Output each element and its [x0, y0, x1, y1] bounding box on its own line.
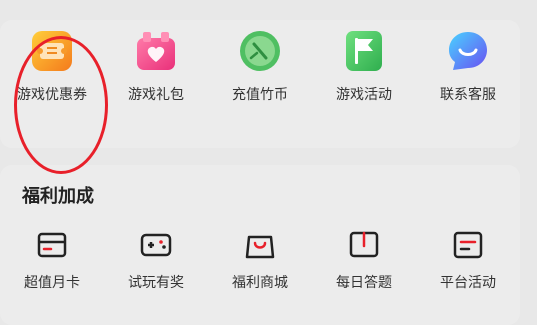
game-coupon-label: 游戏优惠券 [17, 87, 87, 103]
section-title: 福利加成 [22, 186, 94, 207]
trial-reward-label: 试玩有奖 [128, 275, 184, 291]
gamepad-icon [139, 228, 173, 262]
recharge-bamboo-coin-label: 充值竹币 [232, 87, 288, 103]
game-services-grid: 游戏优惠券 游戏礼包 充值竹币 游戏活动 联系客服 [0, 28, 520, 118]
welfare-mall-label: 福利商城 [232, 275, 288, 291]
recharge-bamboo-coin-item[interactable]: 充值竹币 [208, 28, 312, 118]
gift-icon [133, 28, 179, 74]
platform-activity-label: 平台活动 [440, 275, 496, 291]
daily-quiz-item[interactable]: 每日答题 [312, 228, 416, 298]
monthly-card-item[interactable]: 超值月卡 [0, 228, 104, 298]
game-gift-item[interactable]: 游戏礼包 [104, 28, 208, 118]
game-gift-label: 游戏礼包 [128, 87, 184, 103]
contact-service-label: 联系客服 [440, 87, 496, 103]
game-activity-item[interactable]: 游戏活动 [312, 28, 416, 118]
shopping-bag-icon [243, 228, 277, 262]
daily-quiz-label: 每日答题 [336, 275, 392, 291]
contact-service-item[interactable]: 联系客服 [416, 28, 520, 118]
welfare-mall-item[interactable]: 福利商城 [208, 228, 312, 298]
book-icon [347, 228, 381, 262]
coupon-icon [29, 28, 75, 74]
chat-icon [445, 28, 491, 74]
flag-icon [341, 28, 387, 74]
welfare-grid: 超值月卡 试玩有奖 福利商城 每日答题 平台活动 [0, 228, 520, 298]
bamboo-coin-icon [237, 28, 283, 74]
monthly-card-label: 超值月卡 [24, 275, 80, 291]
game-coupon-item[interactable]: 游戏优惠券 [0, 28, 104, 118]
game-activity-label: 游戏活动 [336, 87, 392, 103]
list-icon [451, 228, 485, 262]
platform-activity-item[interactable]: 平台活动 [416, 228, 520, 298]
card-icon [35, 228, 69, 262]
trial-reward-item[interactable]: 试玩有奖 [104, 228, 208, 298]
